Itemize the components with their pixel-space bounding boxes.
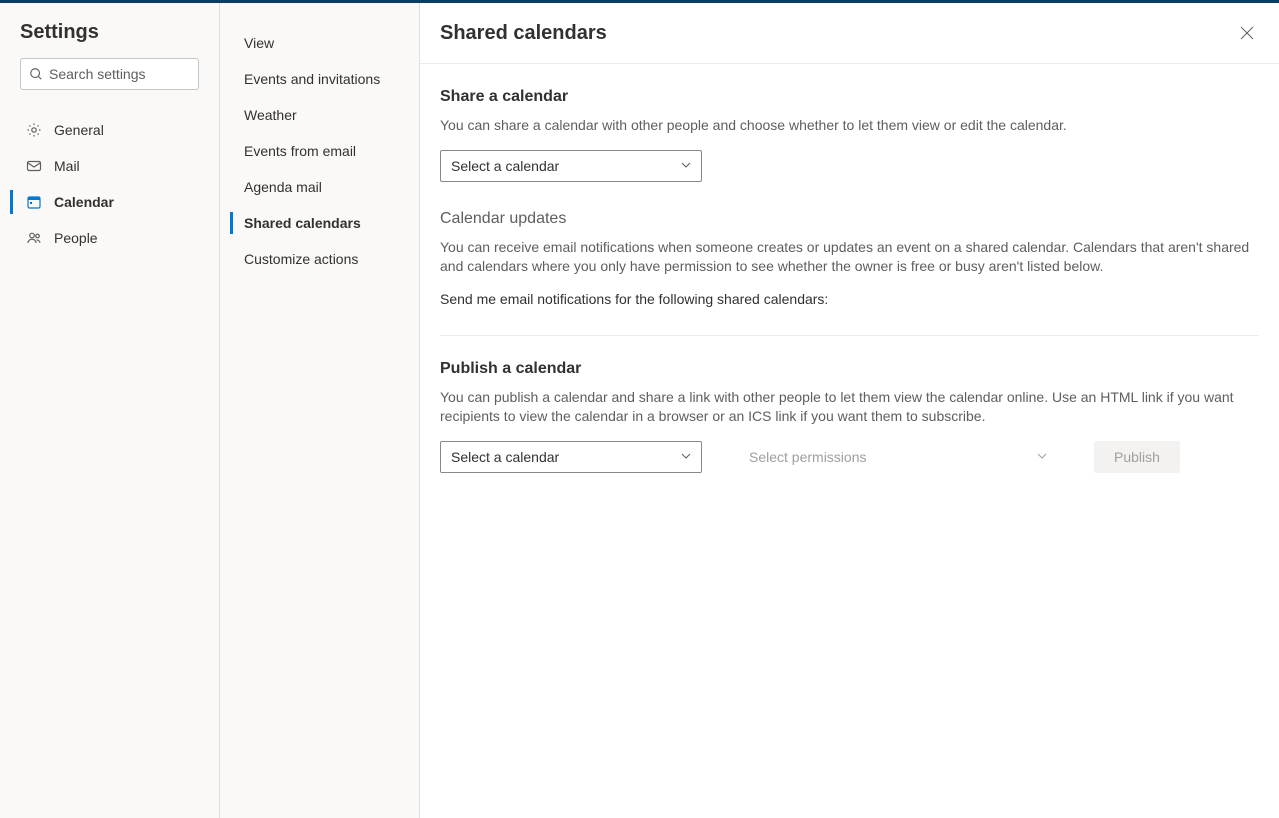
subnav-label: Events from email [244, 143, 356, 159]
settings-title: Settings [0, 3, 219, 58]
subnav-item-weather[interactable]: Weather [220, 97, 419, 133]
search-input[interactable] [49, 66, 190, 82]
share-section-title: Share a calendar [440, 88, 1259, 106]
publish-permissions-dropdown: Select permissions [738, 441, 1058, 473]
updates-section-desc: You can receive email notifications when… [440, 238, 1259, 277]
dropdown-label: Select a calendar [451, 449, 559, 465]
publish-section-title: Publish a calendar [440, 360, 1259, 378]
subnav-item-events-from-email[interactable]: Events from email [220, 133, 419, 169]
content-area: Share a calendar You can share a calenda… [420, 64, 1279, 818]
subnav-item-events-invitations[interactable]: Events and invitations [220, 61, 419, 97]
share-calendar-dropdown[interactable]: Select a calendar [440, 150, 702, 182]
subnav-label: View [244, 35, 274, 51]
nav-item-general[interactable]: General [0, 112, 219, 148]
nav-item-people[interactable]: People [0, 220, 219, 256]
publish-button: Publish [1094, 441, 1180, 473]
subnav-item-shared-calendars[interactable]: Shared calendars [220, 205, 419, 241]
subnav-list: View Events and invitations Weather Even… [220, 3, 419, 277]
updates-section-title: Calendar updates [440, 210, 1259, 228]
nav-label: Calendar [54, 194, 114, 210]
publish-section-desc: You can publish a calendar and share a l… [440, 388, 1259, 427]
publish-calendar-dropdown[interactable]: Select a calendar [440, 441, 702, 473]
page-title: Shared calendars [440, 22, 607, 45]
close-icon [1240, 26, 1254, 40]
share-section-desc: You can share a calendar with other peop… [440, 116, 1259, 136]
subnav-label: Events and invitations [244, 71, 380, 87]
calendar-subnav: View Events and invitations Weather Even… [220, 0, 420, 818]
chevron-down-icon [681, 157, 691, 175]
dropdown-label: Select a calendar [451, 158, 559, 174]
nav-item-mail[interactable]: Mail [0, 148, 219, 184]
main-panel: Shared calendars Share a calendar You ca… [420, 0, 1279, 818]
subnav-item-view[interactable]: View [220, 25, 419, 61]
subnav-label: Agenda mail [244, 179, 322, 195]
chevron-down-icon [681, 448, 691, 466]
envelope-icon [24, 156, 44, 176]
search-container [0, 58, 219, 104]
close-button[interactable] [1235, 21, 1259, 45]
top-accent-bar [0, 0, 1279, 3]
settings-sidebar: Settings General [0, 0, 220, 818]
main-header: Shared calendars [420, 3, 1279, 64]
subnav-label: Customize actions [244, 251, 358, 267]
search-box[interactable] [20, 58, 199, 90]
nav-label: General [54, 122, 104, 138]
dropdown-label: Select permissions [749, 449, 867, 465]
primary-nav: General Mail Calendar [0, 104, 219, 264]
search-icon [29, 67, 43, 81]
nav-item-calendar[interactable]: Calendar [0, 184, 219, 220]
nav-label: People [54, 230, 98, 246]
updates-section-prompt: Send me email notifications for the foll… [440, 291, 1259, 307]
calendar-updates-section: Calendar updates You can receive email n… [440, 210, 1259, 307]
people-icon [24, 228, 44, 248]
subnav-item-agenda-mail[interactable]: Agenda mail [220, 169, 419, 205]
publish-controls-row: Select a calendar Select permissions Pub… [440, 441, 1259, 473]
share-calendar-section: Share a calendar You can share a calenda… [440, 88, 1259, 182]
gear-icon [24, 120, 44, 140]
subnav-item-customize-actions[interactable]: Customize actions [220, 241, 419, 277]
subnav-label: Shared calendars [244, 215, 361, 231]
chevron-down-icon [1037, 448, 1047, 466]
publish-calendar-section: Publish a calendar You can publish a cal… [440, 360, 1259, 473]
subnav-label: Weather [244, 107, 297, 123]
calendar-icon [24, 192, 44, 212]
nav-label: Mail [54, 158, 80, 174]
section-divider [440, 335, 1259, 336]
